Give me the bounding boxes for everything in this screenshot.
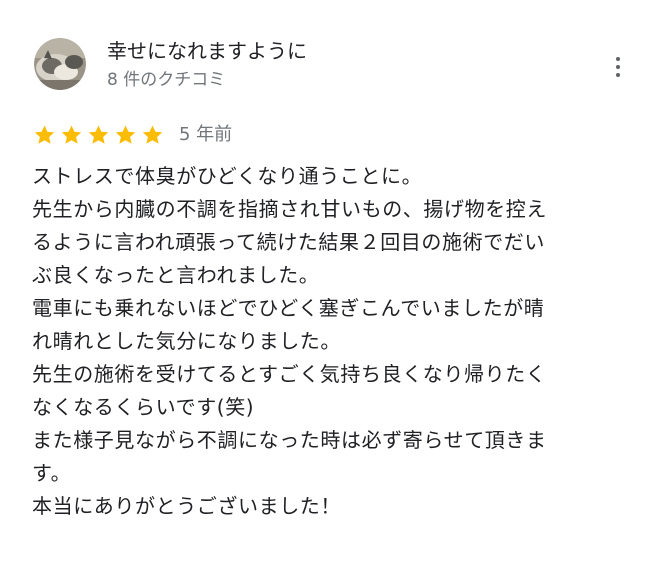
- review-count[interactable]: 8 件のクチコミ: [107, 69, 225, 91]
- review-text-line: ストレスで体臭がひどくなり通うことに。: [32, 164, 423, 188]
- cat-photo-avatar-image: [34, 38, 86, 90]
- review-text-line: るように言われ頑張って続けた結果２回目の施術でだい: [32, 230, 545, 254]
- star-icon: [142, 125, 163, 144]
- review-text-line: また様子見ながら不調になった時は必ず寄らせて頂きま: [32, 428, 547, 452]
- avatar[interactable]: [34, 38, 86, 90]
- review-text-line: 電車にも乗れないほどでひどく塞ぎこんでいましたが晴: [32, 296, 545, 320]
- review-text-line: れ晴れとした気分になりました。: [32, 329, 341, 353]
- review-text-line: す。: [32, 461, 72, 485]
- star-icon: [115, 125, 136, 144]
- star-rating: [32, 123, 165, 147]
- more-vert-icon[interactable]: [606, 52, 630, 82]
- review-card: 幸せになれますように 8 件のクチコミ 5 年前 ストレスで体臭がひどくなり通う…: [0, 0, 670, 566]
- author-name[interactable]: 幸せになれますように: [107, 38, 307, 64]
- review-text-line: なくなるくらいです(笑): [32, 395, 255, 419]
- review-text-line: ぶ良くなったと言われました。: [32, 263, 320, 287]
- review-text-line: 先生の施術を受けてるとすごく気持ち良くなり帰りたく: [32, 362, 547, 386]
- review-text-line: 本当にありがとうございました！: [32, 494, 341, 518]
- star-icon: [88, 125, 109, 144]
- star-icon: [34, 125, 55, 144]
- star-icon: [61, 125, 82, 144]
- rating-row: 5 年前: [32, 123, 232, 147]
- time-ago: 5 年前: [179, 124, 233, 145]
- review-text-line: 先生から内臓の不調を指摘され甘いもの、揚げ物を控え: [32, 197, 547, 221]
- review-text: ストレスで体臭がひどくなり通うことに。先生から内臓の不調を指摘され甘いもの、揚げ…: [32, 160, 640, 523]
